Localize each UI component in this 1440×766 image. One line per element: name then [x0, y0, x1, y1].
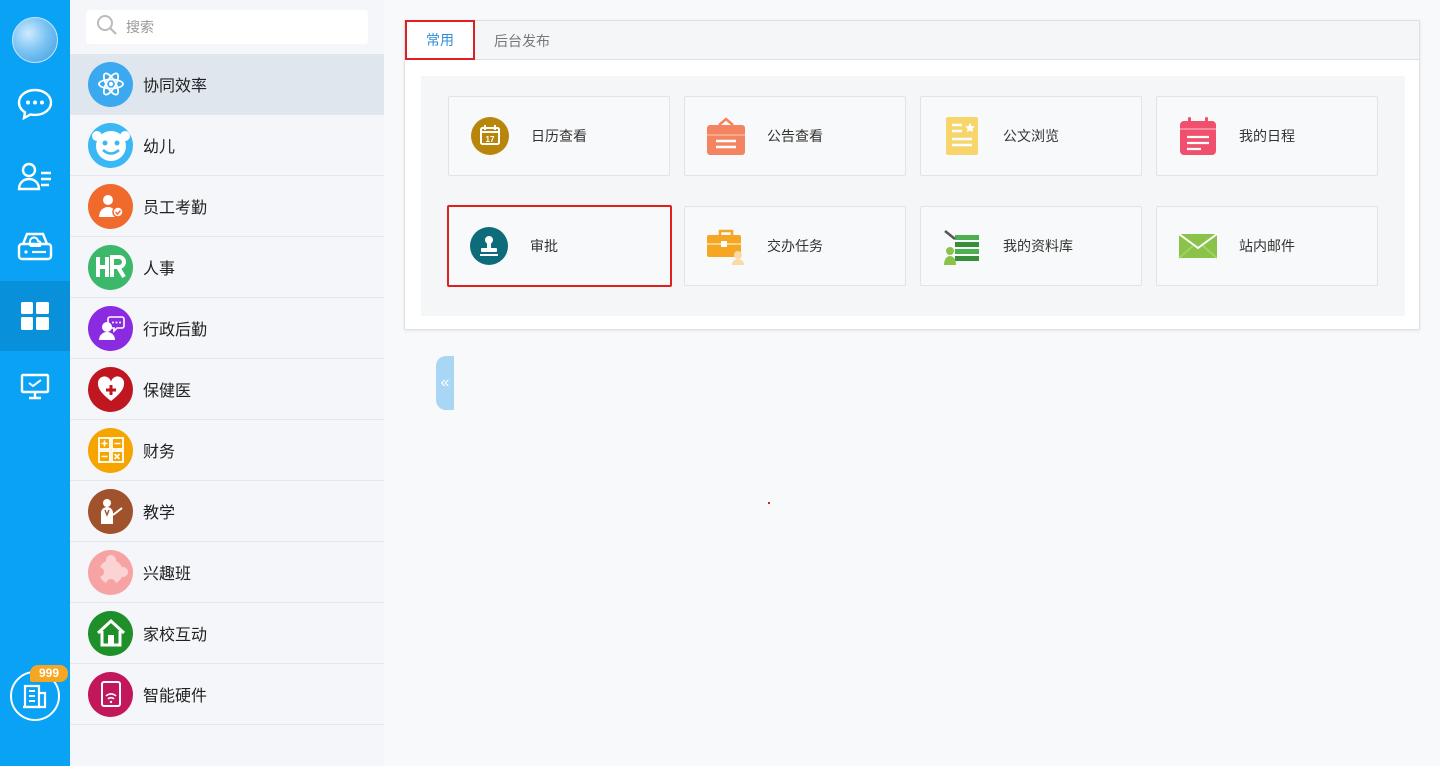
tab-bar: 常用 后台发布	[405, 20, 1419, 60]
briefcase-icon	[705, 225, 747, 267]
collapse-sidebar-button[interactable]: «	[436, 356, 454, 410]
mail-icon	[1177, 225, 1219, 267]
sidebar-item-label: 教学	[143, 505, 176, 522]
chat-icon[interactable]	[0, 69, 70, 139]
app-assigned-tasks[interactable]: 交办任务	[684, 206, 906, 286]
sidebar: 协同效率 幼儿 员工考勤 人事 行政后勤	[70, 0, 454, 766]
sidebar-item-label: 协同效率	[143, 78, 208, 95]
sidebar-item-healthcare[interactable]: 保健医	[70, 359, 384, 420]
sidebar-item-smart-hardware[interactable]: 智能硬件	[70, 664, 384, 725]
teacher-icon	[88, 488, 133, 534]
app-label: 日历查看	[531, 128, 587, 144]
app-label: 审批	[530, 238, 558, 254]
app-document[interactable]: 公文浏览	[920, 96, 1142, 176]
puzzle-icon	[88, 549, 133, 595]
library-icon	[941, 225, 983, 267]
app-my-library[interactable]: 我的资料库	[920, 206, 1142, 286]
stamp-icon	[468, 225, 510, 267]
sidebar-item-collaboration[interactable]: 协同效率	[70, 54, 384, 115]
sidebar-item-label: 智能硬件	[143, 688, 208, 705]
sidebar-item-interest-class[interactable]: 兴趣班	[70, 542, 384, 603]
hr-icon	[88, 244, 133, 290]
heart-plus-icon	[88, 366, 133, 412]
sidebar-item-label: 幼儿	[143, 139, 176, 156]
home-icon	[88, 610, 133, 656]
app-label: 公告查看	[767, 128, 823, 144]
sidebar-item-attendance[interactable]: 员工考勤	[70, 176, 384, 237]
device-icon	[88, 671, 133, 717]
sidebar-item-label: 家校互动	[143, 627, 208, 644]
app-notice[interactable]: 公告查看	[684, 96, 906, 176]
sidebar-item-label: 财务	[143, 444, 176, 461]
app-label: 公文浏览	[1003, 128, 1059, 144]
sidebar-item-label: 员工考勤	[143, 200, 208, 217]
notification-badge: 999	[30, 665, 68, 682]
apps-panel: 常用 后台发布 17 日历查看 公告查看 公文浏览 我的日程 审批 交办任务 我…	[404, 20, 1420, 330]
sidebar-item-label: 行政后勤	[143, 322, 208, 339]
double-chevron-left-icon: «	[440, 374, 450, 391]
sidebar-item-home-school[interactable]: 家校互动	[70, 603, 384, 664]
search-box[interactable]	[86, 10, 368, 44]
schedule-icon	[1177, 115, 1219, 157]
svg-text:17: 17	[486, 135, 495, 144]
sidebar-item-label: 人事	[143, 261, 176, 278]
sidebar-item-label: 兴趣班	[143, 566, 192, 583]
contacts-icon[interactable]	[0, 141, 70, 211]
desktop-icon[interactable]	[0, 352, 70, 422]
user-avatar[interactable]	[12, 17, 58, 63]
calendar-icon: 17	[469, 115, 511, 157]
cloud-drive-icon[interactable]	[0, 211, 70, 281]
sidebar-item-teaching[interactable]: 教学	[70, 481, 384, 542]
sidebar-item-admin[interactable]: 行政后勤	[70, 298, 384, 359]
sidebar-menu: 协同效率 幼儿 员工考勤 人事 行政后勤 保健医 财务 教学 兴趣班 家校互动 …	[70, 54, 384, 725]
apps-grid: 17 日历查看 公告查看 公文浏览 我的日程 审批 交办任务 我的资料库 站内邮…	[421, 76, 1405, 316]
app-calendar[interactable]: 17 日历查看	[448, 96, 670, 176]
app-label: 我的资料库	[1003, 238, 1073, 254]
sidebar-item-finance[interactable]: 财务	[70, 420, 384, 481]
sidebar-item-hr[interactable]: 人事	[70, 237, 384, 298]
atom-icon	[88, 61, 133, 107]
tab-backend-publish[interactable]: 后台发布	[475, 21, 569, 60]
search-icon	[96, 14, 118, 41]
admin-icon	[88, 305, 133, 351]
cursor-dot	[768, 502, 770, 504]
staff-check-icon	[88, 183, 133, 229]
app-approval[interactable]: 审批	[447, 205, 672, 287]
app-label: 交办任务	[767, 238, 823, 254]
notice-icon	[705, 115, 747, 157]
smiley-icon	[88, 122, 133, 168]
sidebar-item-label: 保健医	[143, 383, 192, 400]
apps-grid-icon[interactable]	[0, 281, 70, 351]
search-input[interactable]	[126, 19, 366, 35]
app-internal-mail[interactable]: 站内邮件	[1156, 206, 1378, 286]
app-schedule[interactable]: 我的日程	[1156, 96, 1378, 176]
calculator-icon	[88, 427, 133, 473]
tab-common[interactable]: 常用	[405, 20, 475, 60]
app-label: 我的日程	[1239, 128, 1295, 144]
sidebar-item-children[interactable]: 幼儿	[70, 115, 384, 176]
left-rail: 999	[0, 0, 70, 766]
app-label: 站内邮件	[1239, 238, 1295, 254]
document-icon	[941, 115, 983, 157]
